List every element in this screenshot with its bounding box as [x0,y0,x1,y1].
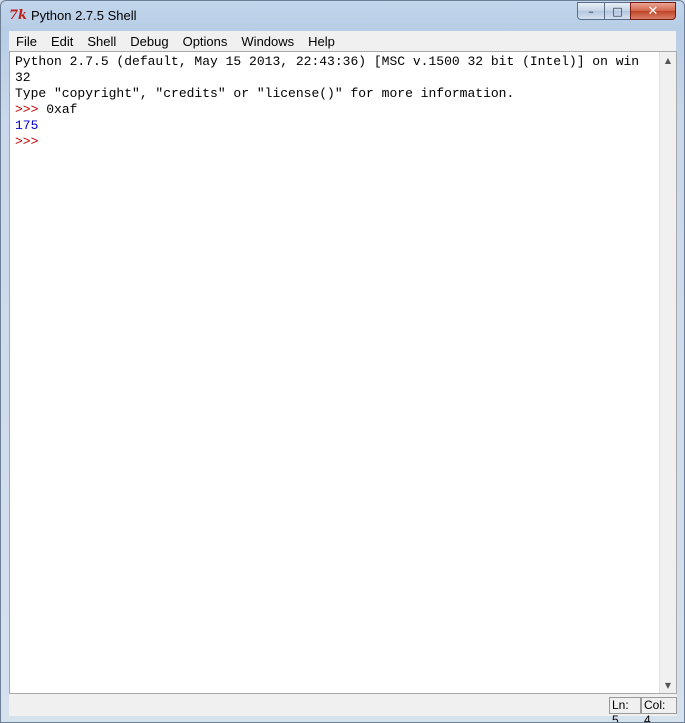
status-column-number: Col: 4 [641,697,677,722]
output-text: Type "copyright", "credits" or "license(… [15,86,515,101]
scroll-down-icon[interactable]: ▼ [660,677,676,693]
output-text: 32 [15,70,31,85]
output-text: Python 2.7.5 (default, May 15 2013, 22:4… [15,54,640,69]
menu-help[interactable]: Help [301,32,342,51]
status-line-number: Ln: 5 [609,697,641,722]
scroll-up-icon[interactable]: ▲ [660,52,676,68]
status-bar: Ln: 5 Col: 4 [9,694,677,722]
maximize-icon: □ [612,4,623,18]
menu-options[interactable]: Options [176,32,235,51]
vertical-scrollbar[interactable]: ▲ ▼ [659,52,676,693]
menu-file[interactable]: File [9,32,44,51]
result-text: 175 [15,118,39,133]
menu-shell-label: Shell [87,33,117,49]
menu-windows[interactable]: Windows [234,32,301,51]
menu-debug[interactable]: Debug [123,32,175,51]
menu-file-label: File [16,33,37,49]
title-bar[interactable]: 7k Python 2.7.5 Shell – □ ✕ [1,1,684,31]
shell-line: Python 2.7.5 (default, May 15 2013, 22:4… [15,54,661,70]
shell-line: >>> [15,134,661,150]
close-button[interactable]: ✕ [630,2,676,20]
shell-line: 175 [15,118,661,134]
shell-prompt: >>> [15,134,47,149]
menu-windows-label: Windows [241,33,295,49]
menu-help-label: Help [308,33,335,49]
minimize-button[interactable]: – [577,2,605,20]
maximize-button[interactable]: □ [604,2,631,20]
shell-line: Type "copyright", "credits" or "license(… [15,86,661,102]
shell-prompt: >>> [15,102,47,117]
window-title: Python 2.7.5 Shell [31,8,137,23]
menu-debug-label: Debug [130,33,169,49]
menu-shell[interactable]: Shell [80,32,123,51]
shell-editor[interactable]: Python 2.7.5 (default, May 15 2013, 22:4… [9,51,677,694]
menu-edit-label: Edit [50,33,74,49]
shell-text-area[interactable]: Python 2.7.5 (default, May 15 2013, 22:4… [10,52,661,693]
close-icon: ✕ [647,3,659,19]
shell-line: >>> 0xaf [15,102,661,118]
shell-line: 32 [15,70,661,86]
menu-options-label: Options [182,33,228,49]
menu-bar: File Edit Shell Debug Options Windows He… [9,31,676,52]
idle-shell-window: 7k Python 2.7.5 Shell – □ ✕ File Edit Sh… [0,0,685,723]
input-text: 0xaf [46,102,78,117]
tk-feather-icon: 7k [9,8,28,23]
menu-edit[interactable]: Edit [44,32,80,51]
minimize-icon: – [588,4,594,18]
